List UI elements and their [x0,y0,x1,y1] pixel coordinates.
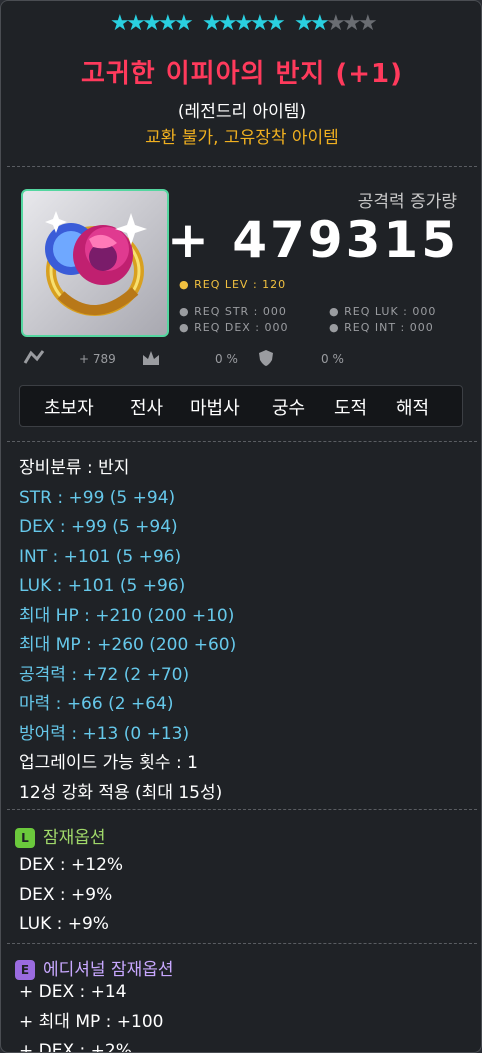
star-empty-icon: ★ [342,11,363,36]
potential-line: DEX : +12% [19,855,124,875]
req-dex: ● REQ DEX : 000 [179,321,289,334]
req-str: ● REQ STR : 000 [179,305,287,318]
rose-ring-icon [45,211,147,316]
req-luk: ● REQ LUK : 000 [329,305,437,318]
potential-line: LUK : +9% [19,914,109,934]
star-icon: ★ [310,11,331,36]
potential-title: 잠재옵션 [43,828,106,848]
divider [7,166,477,168]
equip-category: 장비분류 : 반지 [19,458,130,478]
trade-notice: 교환 불가, 고유장착 아이템 [145,128,339,148]
item-grade: (레전드리 아이템) [177,102,307,122]
additional-potential-lines: + DEX : +14 + 최대 MP : +100 + DEX : +2% [19,978,164,1053]
star-icon: ★ [250,11,271,36]
star-icon: ★ [174,11,195,36]
legendary-badge-icon: L [15,828,35,848]
star-icon: ★ [110,11,131,36]
stats-section: 장비분류 : 반지 STR : +99 (5 +94) DEX : +99 (5… [19,454,236,808]
potential-header: L 잠재옵션 [15,823,106,848]
star-icon: ★ [218,11,239,36]
stat-max-hp: 최대 HP : +210 (200 +10) [19,605,235,626]
star-force-row: ★★★★★ ★★★★★ ★★★★★ [1,11,481,37]
req-int: ● REQ INT : 000 [329,321,434,334]
job-pirate: 해적 [396,398,430,419]
star-icon: ★ [234,11,255,36]
potential-lines: DEX : +12% DEX : +9% LUK : +9% [19,851,123,940]
additional-potential-line: + 최대 MP : +100 [19,1011,164,1032]
item-name: 고귀한 이피아의 반지 (+1) [80,59,404,89]
epic-badge-icon: E [15,960,35,980]
star-icon: ★ [266,11,287,36]
star-icon: ★ [158,11,179,36]
stat-value-1: + 789 [79,352,116,366]
job-thief: 도적 [334,398,368,419]
additional-potential-header: E 에디셔널 잠재옵션 [15,955,174,980]
additional-potential-line: + DEX : +14 [19,982,127,1002]
star-icon: ★ [126,11,147,36]
stat-int: INT : +101 (5 +96) [19,546,182,567]
additional-potential-line: + DEX : +2% [19,1041,132,1053]
stat-icon-row: + 789 0 % 0 % [23,349,463,371]
stat-str: STR : +99 (5 +94) [19,487,176,508]
stat-dex: DEX : +99 (5 +94) [19,517,178,537]
potential-line: DEX : +9% [19,884,113,905]
divider [7,809,477,811]
stat-luk: LUK : +101 (5 +96) [19,576,186,596]
star-icon: ★ [142,11,163,36]
star-empty-icon: ★ [326,11,347,36]
job-archer: 궁수 [272,398,306,419]
star-empty-icon: ★ [358,11,379,36]
additional-potential-title: 에디셔널 잠재옵션 [43,960,174,980]
attack-increase-value: + 479315 [166,211,459,269]
job-magician: 마법사 [190,398,240,419]
star-icon: ★ [202,11,223,36]
req-level: ● REQ LEV : 120 [179,278,287,291]
star-icon: ★ [294,11,315,36]
crown-icon [141,349,161,370]
stat-value-3: 0 % [321,352,344,366]
shield-icon [257,349,275,370]
item-tooltip: ★★★★★ ★★★★★ ★★★★★ 고귀한 이피아의 반지 (+1) (레전드리 아… [0,0,482,1053]
stat-max-mp: 최대 MP : +260 (200 +60) [19,635,237,655]
stat-attack: 공격력 : +72 (2 +70) [19,664,190,685]
divider [7,441,477,443]
upgrade-slots: 업그레이드 가능 횟수 : 1 [19,753,198,773]
divider [7,943,477,945]
job-warrior: 전사 [130,398,164,419]
stat-magic: 마력 : +66 (2 +64) [19,694,174,714]
attack-increase-label: 공격력 증가량 [357,192,457,212]
job-beginner: 초보자 [44,398,94,419]
job-bar: 초보자 전사 마법사 궁수 도적 해적 [19,385,463,427]
stat-value-2: 0 % [215,352,238,366]
stat-icon-1 [23,349,45,370]
star-enhance-info: 12성 강화 적용 (최대 15성) [19,782,223,803]
stat-defense: 방어력 : +13 (0 +13) [19,723,190,744]
item-icon-frame [21,189,169,337]
